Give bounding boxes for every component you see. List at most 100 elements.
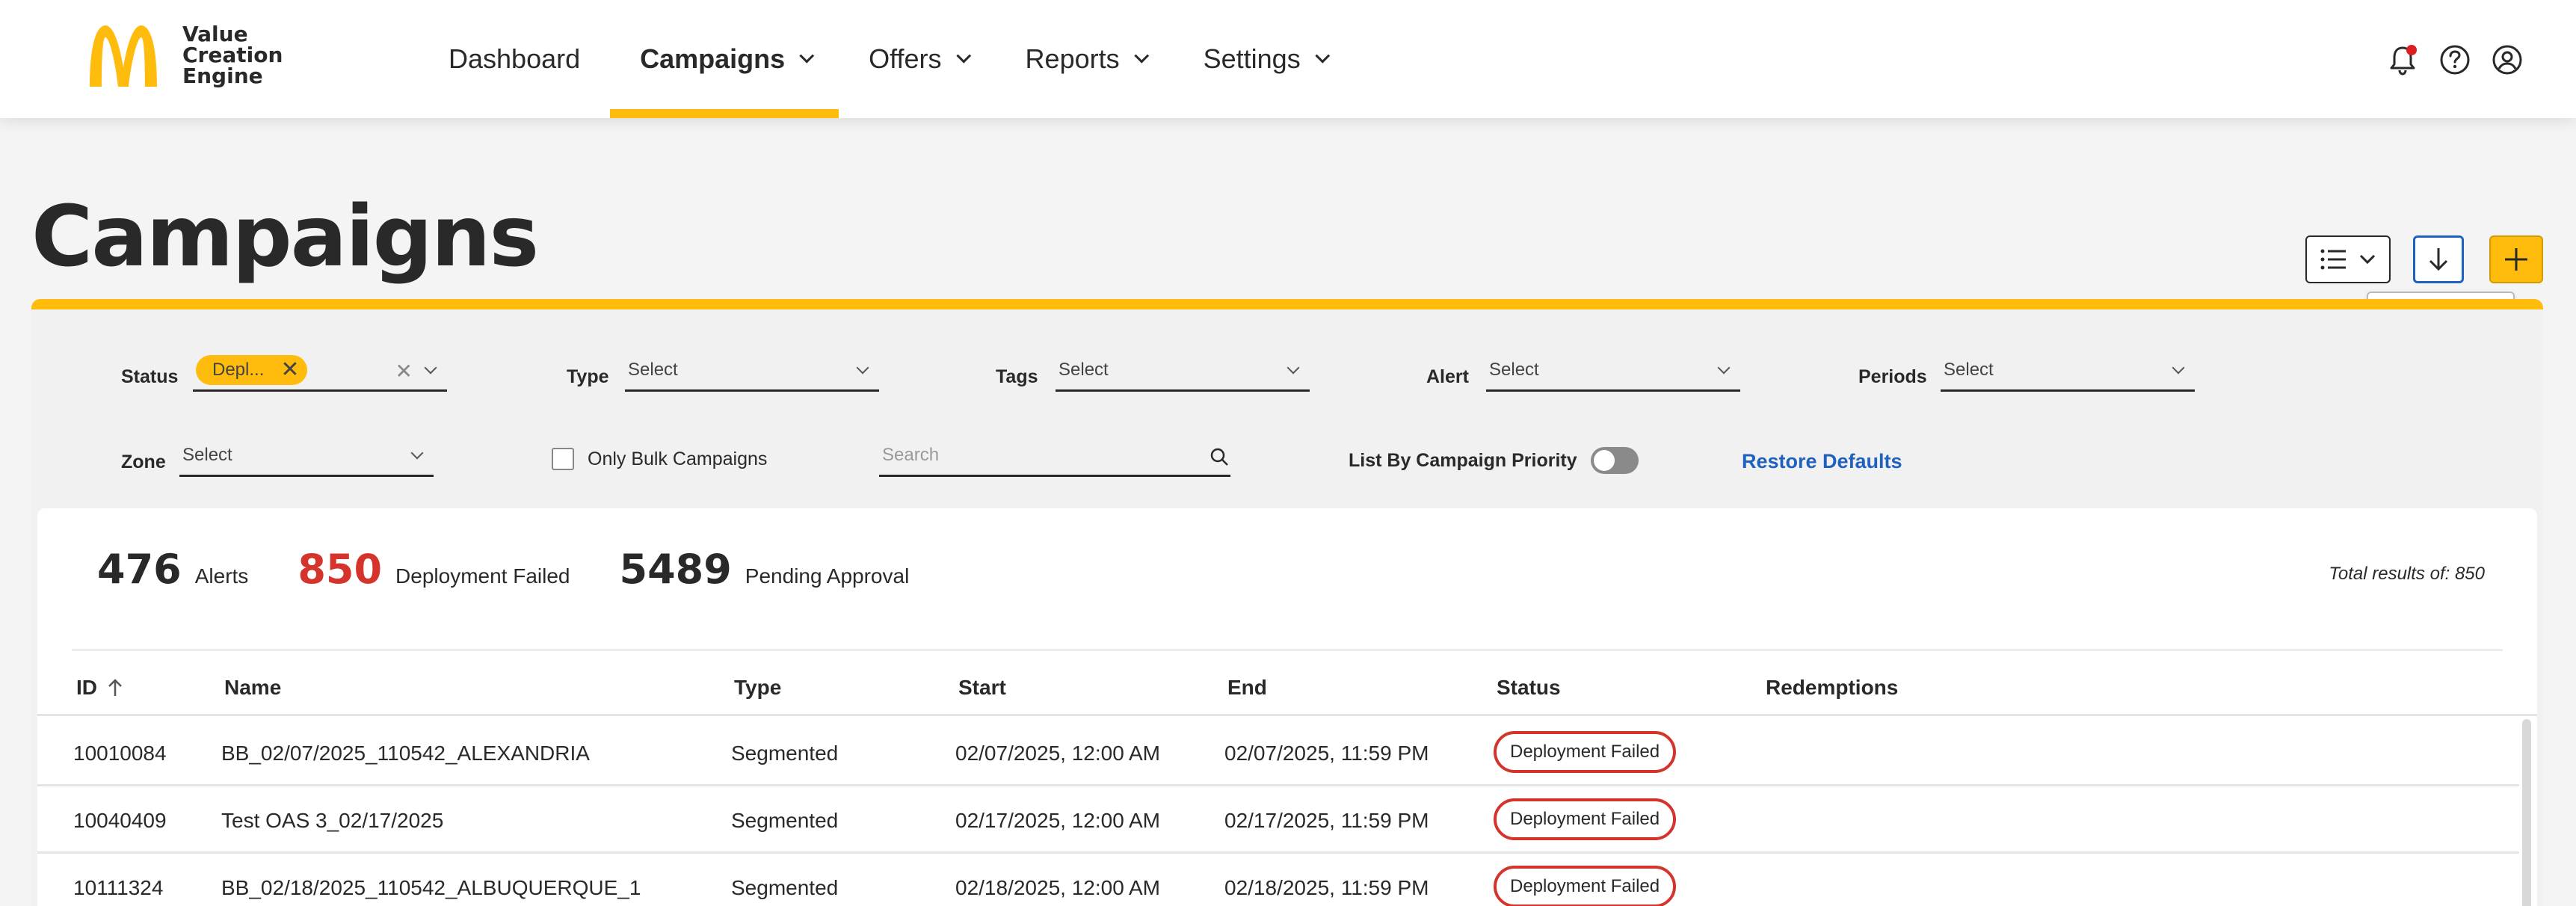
table-row[interactable]: 10040409 Test OAS 3_02/17/2025 Segmented… (37, 786, 2519, 854)
chevron-down-icon (799, 48, 815, 64)
cell-type: Segmented (731, 876, 839, 899)
zone-filter-select[interactable]: Select (179, 435, 434, 477)
chevron-down-icon (410, 446, 424, 460)
status-badge: Deployment Failed (1494, 866, 1677, 906)
periods-filter-value: Select (1944, 359, 1994, 380)
chevron-down-icon (955, 48, 971, 64)
tags-filter-select[interactable]: Select (1056, 350, 1310, 392)
cell-start: 02/17/2025, 12:00 AM (955, 809, 1160, 832)
alert-filter-value: Select (1489, 359, 1539, 380)
column-header-type[interactable]: Type (734, 676, 781, 700)
cell-name[interactable]: BB_02/18/2025_110542_ALBUQUERQUE_1 (221, 876, 641, 900)
logo-line-3: Engine (182, 64, 263, 88)
type-filter-label: Type (567, 366, 609, 387)
tags-filter-value: Select (1059, 359, 1109, 380)
cell-end: 02/18/2025, 11:59 PM (1224, 876, 1429, 899)
clear-icon[interactable]: ✕ (395, 359, 413, 383)
pending-approval-count[interactable]: 5489 (620, 546, 732, 593)
nav-offers-label: Offers (869, 43, 942, 74)
arrow-down-icon (2429, 248, 2448, 271)
campaigns-panel: Status Depl... ✕ ✕ Type Select Tags Sele… (31, 299, 2543, 906)
download-csv-button[interactable] (2413, 235, 2464, 283)
chip-remove-icon[interactable]: ✕ (280, 358, 299, 381)
nav-campaigns-label: Campaigns (640, 43, 786, 74)
view-mode-select[interactable] (2305, 235, 2391, 283)
status-chip: Depl... ✕ (196, 354, 307, 385)
bulk-campaigns-checkbox[interactable] (552, 448, 574, 470)
list-icon (2320, 249, 2346, 270)
nav-campaigns[interactable]: Campaigns (610, 0, 839, 118)
cell-start: 02/07/2025, 12:00 AM (955, 742, 1160, 765)
cell-name[interactable]: Test OAS 3_02/17/2025 (221, 809, 443, 833)
search-icon[interactable] (1210, 447, 1229, 466)
bulk-campaigns-option: Only Bulk Campaigns (552, 448, 767, 470)
column-header-name[interactable]: Name (224, 676, 281, 700)
nav-dashboard-label: Dashboard (449, 43, 581, 74)
chevron-down-icon (1315, 48, 1330, 64)
zone-filter-label: Zone (121, 452, 166, 472)
cell-id: 10040409 (73, 809, 167, 832)
nav-settings-label: Settings (1203, 43, 1301, 74)
logo-text: Value Creation Engine (182, 24, 302, 87)
campaign-priority-toggle[interactable] (1590, 447, 1639, 474)
table-header: ID Name Type Start End Status Redemption… (37, 655, 2537, 716)
add-campaign-button[interactable] (2489, 235, 2543, 283)
type-filter-select[interactable]: Select (625, 350, 879, 392)
column-header-id[interactable]: ID (76, 676, 124, 700)
results-card: 476 Alerts 850 Deployment Failed 5489 Pe… (37, 508, 2537, 906)
deployment-failed-count[interactable]: 850 (298, 546, 382, 593)
search-input[interactable]: Search (879, 435, 1230, 477)
main-nav: Dashboard Campaigns Offers Reports Setti… (419, 0, 1355, 118)
column-header-start[interactable]: Start (958, 676, 1006, 700)
alerts-count[interactable]: 476 (97, 546, 182, 593)
periods-filter-label: Periods (1858, 366, 1927, 387)
column-header-id-label: ID (76, 676, 97, 699)
deployment-failed-label: Deployment Failed (395, 564, 570, 588)
restore-defaults-link[interactable]: Restore Defaults (1742, 450, 1902, 473)
arrow-up-icon (108, 679, 122, 696)
cell-name[interactable]: BB_02/07/2025_110542_ALEXANDRIA (221, 742, 590, 765)
help-icon[interactable] (2438, 43, 2471, 76)
chevron-down-icon (856, 361, 869, 375)
logo-line-2: Creation (182, 43, 283, 67)
cell-type: Segmented (731, 742, 839, 765)
search-placeholder: Search (882, 444, 940, 465)
column-header-status[interactable]: Status (1497, 676, 1561, 700)
chevron-down-icon (2172, 361, 2185, 375)
status-filter-select[interactable]: Depl... ✕ ✕ (193, 350, 447, 392)
alert-filter-label: Alert (1426, 366, 1469, 387)
chevron-down-icon (1717, 361, 1731, 375)
column-header-end[interactable]: End (1227, 676, 1267, 700)
campaign-priority-option: List By Campaign Priority (1349, 447, 1639, 474)
tags-filter-label: Tags (996, 366, 1038, 387)
periods-filter-select[interactable]: Select (1941, 350, 2195, 392)
status-badge: Deployment Failed (1494, 731, 1677, 773)
status-filter-label: Status (121, 366, 179, 387)
nav-dashboard[interactable]: Dashboard (419, 0, 610, 118)
alert-filter-select[interactable]: Select (1486, 350, 1740, 392)
table-scrollbar[interactable] (2522, 719, 2531, 906)
chevron-down-icon (424, 361, 437, 375)
bell-icon[interactable] (2386, 43, 2419, 76)
logo[interactable]: Value Creation Engine (85, 22, 302, 88)
nav-reports[interactable]: Reports (996, 0, 1174, 118)
golden-arches-icon (90, 25, 157, 87)
nav-reports-label: Reports (1025, 43, 1120, 74)
zone-filter-value: Select (182, 444, 232, 465)
header-icons (2386, 43, 2524, 76)
pending-approval-label: Pending Approval (745, 564, 910, 588)
user-icon[interactable] (2491, 43, 2524, 76)
nav-offers[interactable]: Offers (839, 0, 995, 118)
nav-settings[interactable]: Settings (1174, 0, 1355, 118)
total-results: Total results of: 850 (2329, 564, 2485, 584)
column-header-redemptions[interactable]: Redemptions (1766, 676, 1898, 700)
alerts-label: Alerts (194, 564, 249, 588)
cell-end: 02/07/2025, 11:59 PM (1224, 742, 1429, 765)
logo-line-1: Value (182, 22, 248, 46)
bulk-campaigns-label: Only Bulk Campaigns (588, 448, 768, 469)
summary-stats: 476 Alerts 850 Deployment Failed 5489 Pe… (97, 546, 958, 593)
cell-start: 02/18/2025, 12:00 AM (955, 876, 1160, 899)
table-row[interactable]: 10010084 BB_02/07/2025_110542_ALEXANDRIA… (37, 719, 2519, 786)
table-row[interactable]: 10111324 BB_02/18/2025_110542_ALBUQUERQU… (37, 854, 2519, 906)
status-badge: Deployment Failed (1494, 798, 1677, 840)
